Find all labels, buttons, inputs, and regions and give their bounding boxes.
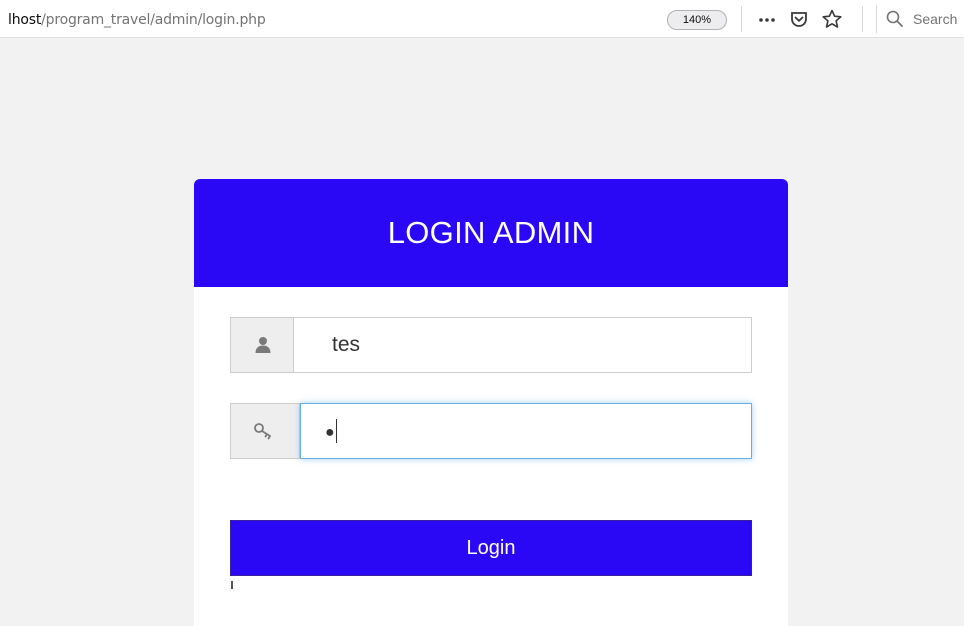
password-input[interactable]: ● bbox=[300, 403, 752, 459]
stray-mark bbox=[231, 581, 233, 589]
address-bar[interactable]: lhost/program_travel/admin/login.php bbox=[8, 12, 266, 28]
search-icon bbox=[885, 9, 905, 34]
password-field-group: ● bbox=[230, 403, 752, 459]
url-host: lhost bbox=[8, 12, 42, 28]
login-button[interactable]: Login bbox=[230, 520, 752, 576]
username-addon bbox=[230, 317, 294, 373]
username-field-group: tes bbox=[230, 317, 752, 373]
url-path: /program_travel/admin/login.php bbox=[41, 12, 266, 28]
zoom-level-button[interactable]: 140% bbox=[667, 10, 727, 30]
key-icon bbox=[253, 421, 277, 446]
login-title: LOGIN ADMIN bbox=[194, 179, 788, 287]
login-card: LOGIN ADMIN tes ● Login bbox=[194, 179, 788, 626]
search-placeholder: Search bbox=[913, 11, 958, 27]
toolbar-divider bbox=[741, 6, 742, 32]
more-icon[interactable] bbox=[756, 9, 778, 29]
bookmark-star-icon[interactable] bbox=[820, 9, 844, 29]
password-addon bbox=[230, 403, 300, 459]
username-input[interactable]: tes bbox=[294, 317, 752, 373]
text-caret bbox=[335, 419, 337, 444]
username-value: tes bbox=[332, 333, 361, 356]
user-icon bbox=[253, 335, 273, 360]
toolbar-divider bbox=[862, 6, 863, 32]
search-box[interactable]: Search bbox=[876, 5, 964, 33]
browser-toolbar: lhost/program_travel/admin/login.php 140… bbox=[0, 0, 964, 38]
password-mask: ● bbox=[325, 424, 335, 441]
pocket-icon[interactable] bbox=[788, 9, 810, 29]
